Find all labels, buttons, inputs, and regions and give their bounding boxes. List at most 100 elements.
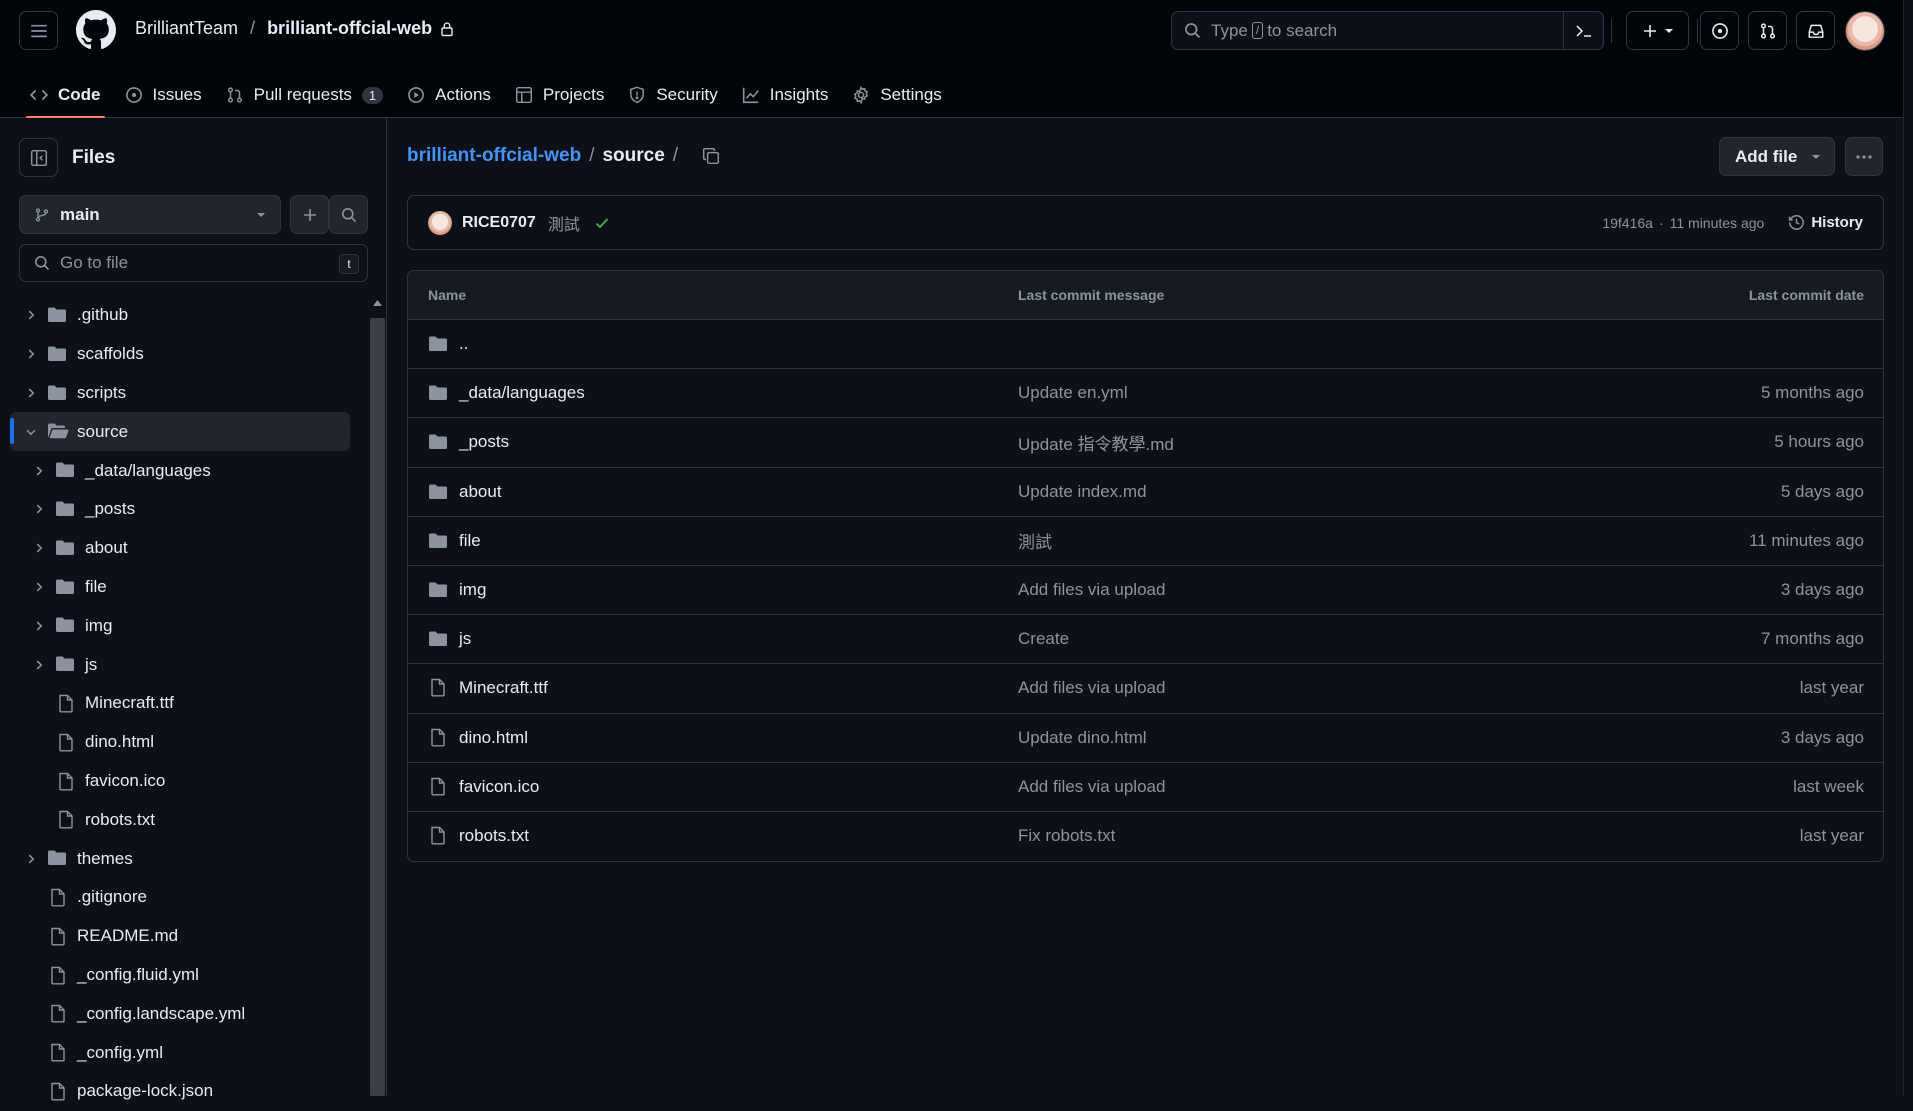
github-logo-icon[interactable] bbox=[76, 10, 116, 50]
tree-folder-row[interactable]: source bbox=[10, 412, 350, 452]
search-tree-button[interactable] bbox=[329, 195, 368, 234]
tab-issues[interactable]: Issues bbox=[113, 72, 214, 118]
commit-sha[interactable]: 19f416a bbox=[1602, 215, 1653, 231]
tab-insights[interactable]: Insights bbox=[730, 72, 841, 118]
add-file-tree-button[interactable] bbox=[290, 195, 329, 234]
tree-file-row[interactable]: package-lock.json bbox=[10, 1072, 350, 1111]
tree-file-row[interactable]: _config.yml bbox=[10, 1033, 350, 1072]
tree-folder-row[interactable]: _data/languages bbox=[10, 451, 350, 490]
tree-folder-row[interactable]: about bbox=[10, 529, 350, 568]
tree-folder-row[interactable]: file bbox=[10, 568, 350, 607]
commit-message-link[interactable]: Add files via upload bbox=[1018, 777, 1165, 797]
tab-security[interactable]: Security bbox=[616, 72, 729, 118]
go-to-file-input[interactable]: Go to file t bbox=[19, 244, 368, 282]
tree-folder-row[interactable]: scripts bbox=[10, 374, 350, 413]
tab-projects[interactable]: Projects bbox=[503, 72, 616, 118]
tree-folder-row[interactable]: _posts bbox=[10, 490, 350, 529]
branch-selector[interactable]: main bbox=[19, 195, 281, 234]
file-row[interactable]: robots.txt Fix robots.txt last year bbox=[408, 812, 1883, 861]
sidebar-scrollbar-thumb[interactable] bbox=[370, 318, 385, 1096]
commit-message-link[interactable]: Add files via upload bbox=[1018, 678, 1165, 698]
chevron-right-icon[interactable] bbox=[31, 579, 47, 595]
file-name-link[interactable]: file bbox=[459, 531, 481, 551]
chevron-right-icon[interactable] bbox=[23, 346, 39, 362]
tree-file-row[interactable]: README.md bbox=[10, 917, 350, 956]
file-name-link[interactable]: dino.html bbox=[459, 728, 528, 748]
file-name-link[interactable]: Minecraft.ttf bbox=[459, 678, 548, 698]
commit-message-link[interactable]: Update 指令教學.md bbox=[1018, 430, 1174, 455]
inbox-button[interactable] bbox=[1796, 11, 1835, 50]
commit-message-link[interactable]: Add files via upload bbox=[1018, 580, 1165, 600]
chevron-right-icon[interactable] bbox=[31, 657, 47, 673]
chevron-right-icon[interactable] bbox=[31, 463, 47, 479]
parent-directory-row[interactable]: .. bbox=[408, 320, 1883, 370]
tab-code[interactable]: Code bbox=[18, 72, 113, 118]
file-name-link[interactable]: about bbox=[459, 482, 502, 502]
file-name-link[interactable]: _posts bbox=[459, 432, 509, 452]
chevron-right-icon[interactable] bbox=[23, 385, 39, 401]
commit-message-link[interactable]: Create bbox=[1018, 629, 1069, 649]
commit-message[interactable]: 測試 bbox=[548, 211, 580, 235]
collapse-sidebar-button[interactable] bbox=[19, 138, 58, 177]
commit-message-link[interactable]: Fix robots.txt bbox=[1018, 826, 1115, 846]
file-row[interactable]: Minecraft.ttf Add files via upload last ye… bbox=[408, 664, 1883, 714]
tree-folder-row[interactable]: js bbox=[10, 645, 350, 684]
page-scrollbar[interactable] bbox=[1903, 0, 1913, 1096]
repo-owner-link[interactable]: BrilliantTeam bbox=[135, 18, 238, 39]
tree-file-row[interactable]: .gitignore bbox=[10, 878, 350, 917]
tree-folder-row[interactable]: img bbox=[10, 606, 350, 645]
search-input[interactable]: Type / to search bbox=[1171, 11, 1604, 50]
scroll-up-arrow-icon[interactable] bbox=[373, 300, 382, 307]
parent-directory-link[interactable]: .. bbox=[459, 334, 468, 354]
file-row[interactable]: _posts Update 指令教學.md 5 hours ago bbox=[408, 418, 1883, 468]
file-row[interactable]: dino.html Update dino.html 3 days ago bbox=[408, 714, 1883, 763]
commit-message-link[interactable]: 測試 bbox=[1018, 528, 1052, 553]
commit-message-link[interactable]: Update dino.html bbox=[1018, 728, 1147, 748]
copy-path-icon[interactable] bbox=[702, 147, 720, 165]
file-row[interactable]: file 測試 11 minutes ago bbox=[408, 517, 1883, 566]
chevron-down-icon[interactable] bbox=[23, 424, 39, 440]
tree-file-row[interactable]: _config.landscape.yml bbox=[10, 994, 350, 1033]
tree-file-row[interactable]: _config.fluid.yml bbox=[10, 956, 350, 995]
file-row[interactable]: about Update index.md 5 days ago bbox=[408, 468, 1883, 517]
commit-author-avatar[interactable] bbox=[428, 210, 452, 235]
pull-requests-button[interactable] bbox=[1748, 11, 1787, 50]
history-button[interactable]: History bbox=[1788, 214, 1863, 231]
tree-folder-row[interactable]: themes bbox=[10, 839, 350, 878]
file-name-link[interactable]: _data/languages bbox=[459, 383, 585, 403]
file-row[interactable]: js Create 7 months ago bbox=[408, 615, 1883, 665]
user-avatar[interactable] bbox=[1845, 11, 1885, 51]
file-name-link[interactable]: js bbox=[459, 629, 471, 649]
check-icon[interactable] bbox=[594, 215, 610, 231]
file-row[interactable]: favicon.ico Add files via upload last week bbox=[408, 763, 1883, 812]
tree-folder-row[interactable]: .github bbox=[10, 296, 350, 335]
tree-file-row[interactable]: dino.html bbox=[10, 723, 350, 762]
chevron-right-icon[interactable] bbox=[23, 851, 39, 867]
tree-file-row[interactable]: Minecraft.ttf bbox=[10, 684, 350, 723]
chevron-right-icon[interactable] bbox=[31, 540, 47, 556]
file-row[interactable]: _data/languages Update en.yml 5 months ago bbox=[408, 369, 1883, 419]
file-row[interactable]: img Add files via upload 3 days ago bbox=[408, 566, 1883, 616]
issues-button[interactable] bbox=[1700, 11, 1739, 50]
tab-pull-requests[interactable]: Pull requests 1 bbox=[214, 72, 396, 118]
menu-button[interactable] bbox=[19, 11, 58, 50]
tab-actions[interactable]: Actions bbox=[395, 72, 503, 118]
create-new-button[interactable] bbox=[1626, 11, 1689, 50]
path-root-link[interactable]: brilliant-offcial-web bbox=[407, 145, 581, 167]
repo-name-link[interactable]: brilliant-offcial-web bbox=[267, 18, 432, 39]
chevron-right-icon[interactable] bbox=[31, 618, 47, 634]
command-palette-button[interactable] bbox=[1563, 12, 1603, 49]
tree-folder-row[interactable]: scaffolds bbox=[10, 335, 350, 374]
tree-file-row[interactable]: favicon.ico bbox=[10, 762, 350, 801]
tree-file-row[interactable]: robots.txt bbox=[10, 800, 350, 839]
add-file-button[interactable]: Add file bbox=[1719, 137, 1835, 176]
chevron-right-icon[interactable] bbox=[23, 307, 39, 323]
file-name-link[interactable]: robots.txt bbox=[459, 826, 529, 846]
tab-settings[interactable]: Settings bbox=[840, 72, 953, 118]
commit-message-link[interactable]: Update en.yml bbox=[1018, 383, 1128, 403]
file-name-link[interactable]: img bbox=[459, 580, 486, 600]
commit-author[interactable]: RICE0707 bbox=[462, 214, 536, 232]
commit-message-link[interactable]: Update index.md bbox=[1018, 482, 1147, 502]
file-name-link[interactable]: favicon.ico bbox=[459, 777, 539, 797]
chevron-right-icon[interactable] bbox=[31, 501, 47, 517]
